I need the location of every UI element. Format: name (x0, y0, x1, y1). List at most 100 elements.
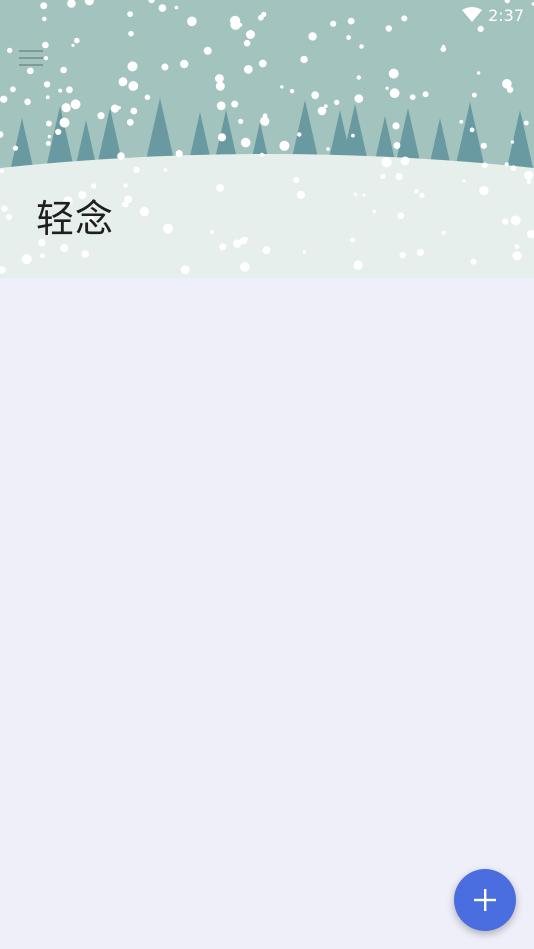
snowflake (0, 169, 4, 173)
snowflake (240, 262, 250, 272)
snowflake (47, 134, 52, 139)
snowflake (414, 189, 419, 194)
snowflake (238, 118, 244, 124)
snowflake (240, 137, 251, 148)
snowflake (351, 133, 355, 138)
snowflake (262, 113, 268, 119)
snowflake (388, 68, 399, 79)
snowflake (209, 230, 214, 235)
snowflake (55, 128, 62, 135)
snowflake (1, 205, 8, 212)
snowflake (393, 142, 401, 149)
snowflake (243, 236, 248, 241)
snowflake (187, 16, 197, 27)
snowflake (215, 81, 225, 91)
snowflake (311, 91, 320, 100)
snowflake (5, 213, 12, 221)
snowflake (346, 35, 351, 40)
snowflake (40, 253, 45, 259)
snowflake (471, 92, 477, 98)
snowflake (523, 120, 529, 126)
snowflake (300, 55, 308, 64)
snowflake (480, 142, 487, 149)
snowflake (459, 119, 464, 124)
snowflake (514, 244, 520, 250)
snowflake (124, 195, 133, 204)
snowflake (216, 184, 225, 192)
snowflake (440, 46, 447, 52)
snowflake (400, 156, 410, 166)
snowflake (216, 101, 226, 111)
snowflake (385, 25, 392, 32)
snowflake (91, 183, 97, 189)
snowflake (58, 88, 63, 93)
snowflake (462, 179, 466, 183)
snowflake (381, 157, 392, 168)
snowflake (259, 152, 264, 157)
snowflake (174, 5, 179, 10)
snowflake (40, 2, 48, 10)
snowflake (262, 246, 271, 255)
snowflake (353, 192, 358, 197)
snowflake (293, 177, 300, 183)
snowflake (232, 239, 242, 248)
snowflake (380, 173, 386, 179)
snowflake (280, 85, 284, 89)
snowflake (323, 104, 328, 108)
snowflake (362, 193, 366, 197)
snowflake (441, 230, 446, 235)
snowflake (123, 183, 128, 188)
snowflake (128, 81, 139, 91)
menu-button[interactable] (14, 42, 48, 74)
snowflake (133, 166, 140, 173)
wifi-icon (462, 7, 483, 22)
snowflake (180, 59, 189, 69)
snowflake (296, 190, 306, 199)
snowflake (126, 118, 134, 126)
snowflake (297, 132, 302, 137)
snowflake (261, 118, 269, 126)
snowflake (246, 30, 255, 39)
snowflake (354, 94, 364, 103)
snowflake (326, 147, 330, 151)
snowflake (401, 15, 408, 22)
snowflake (389, 88, 400, 99)
snowflake (502, 218, 509, 225)
snowflake (59, 117, 70, 128)
snowflake (66, 86, 73, 94)
snowflake (12, 145, 19, 151)
snowflake (479, 186, 489, 196)
snowflake (502, 79, 512, 89)
snowflake (419, 192, 425, 198)
snowflake (258, 59, 267, 68)
snowflake (127, 11, 133, 17)
snowflake (334, 99, 340, 106)
snowflake (230, 15, 241, 26)
snowflake (60, 244, 69, 253)
status-bar: 2:37 (462, 0, 534, 30)
snowflake (139, 206, 150, 217)
snowflake (243, 65, 253, 74)
snowflake (7, 47, 13, 54)
snowflake (353, 260, 363, 270)
snowflake (302, 250, 307, 254)
snowflake (526, 179, 532, 184)
snowflake (119, 80, 126, 87)
snowflake (504, 162, 509, 167)
snowflake (70, 99, 81, 110)
snowflake (399, 252, 406, 259)
snowflake (215, 74, 224, 83)
snowflake (359, 44, 364, 49)
snowflake (510, 140, 515, 144)
add-note-button[interactable] (454, 869, 516, 931)
snowflake (524, 170, 534, 180)
snowflake (61, 103, 71, 113)
snowflake (180, 265, 190, 275)
snowflake (97, 112, 105, 120)
snowflake (0, 95, 8, 104)
snowflake (203, 46, 212, 55)
snowflake (217, 133, 227, 142)
snowflake (45, 140, 51, 146)
snowflake (392, 122, 400, 130)
snowflake (117, 152, 125, 160)
